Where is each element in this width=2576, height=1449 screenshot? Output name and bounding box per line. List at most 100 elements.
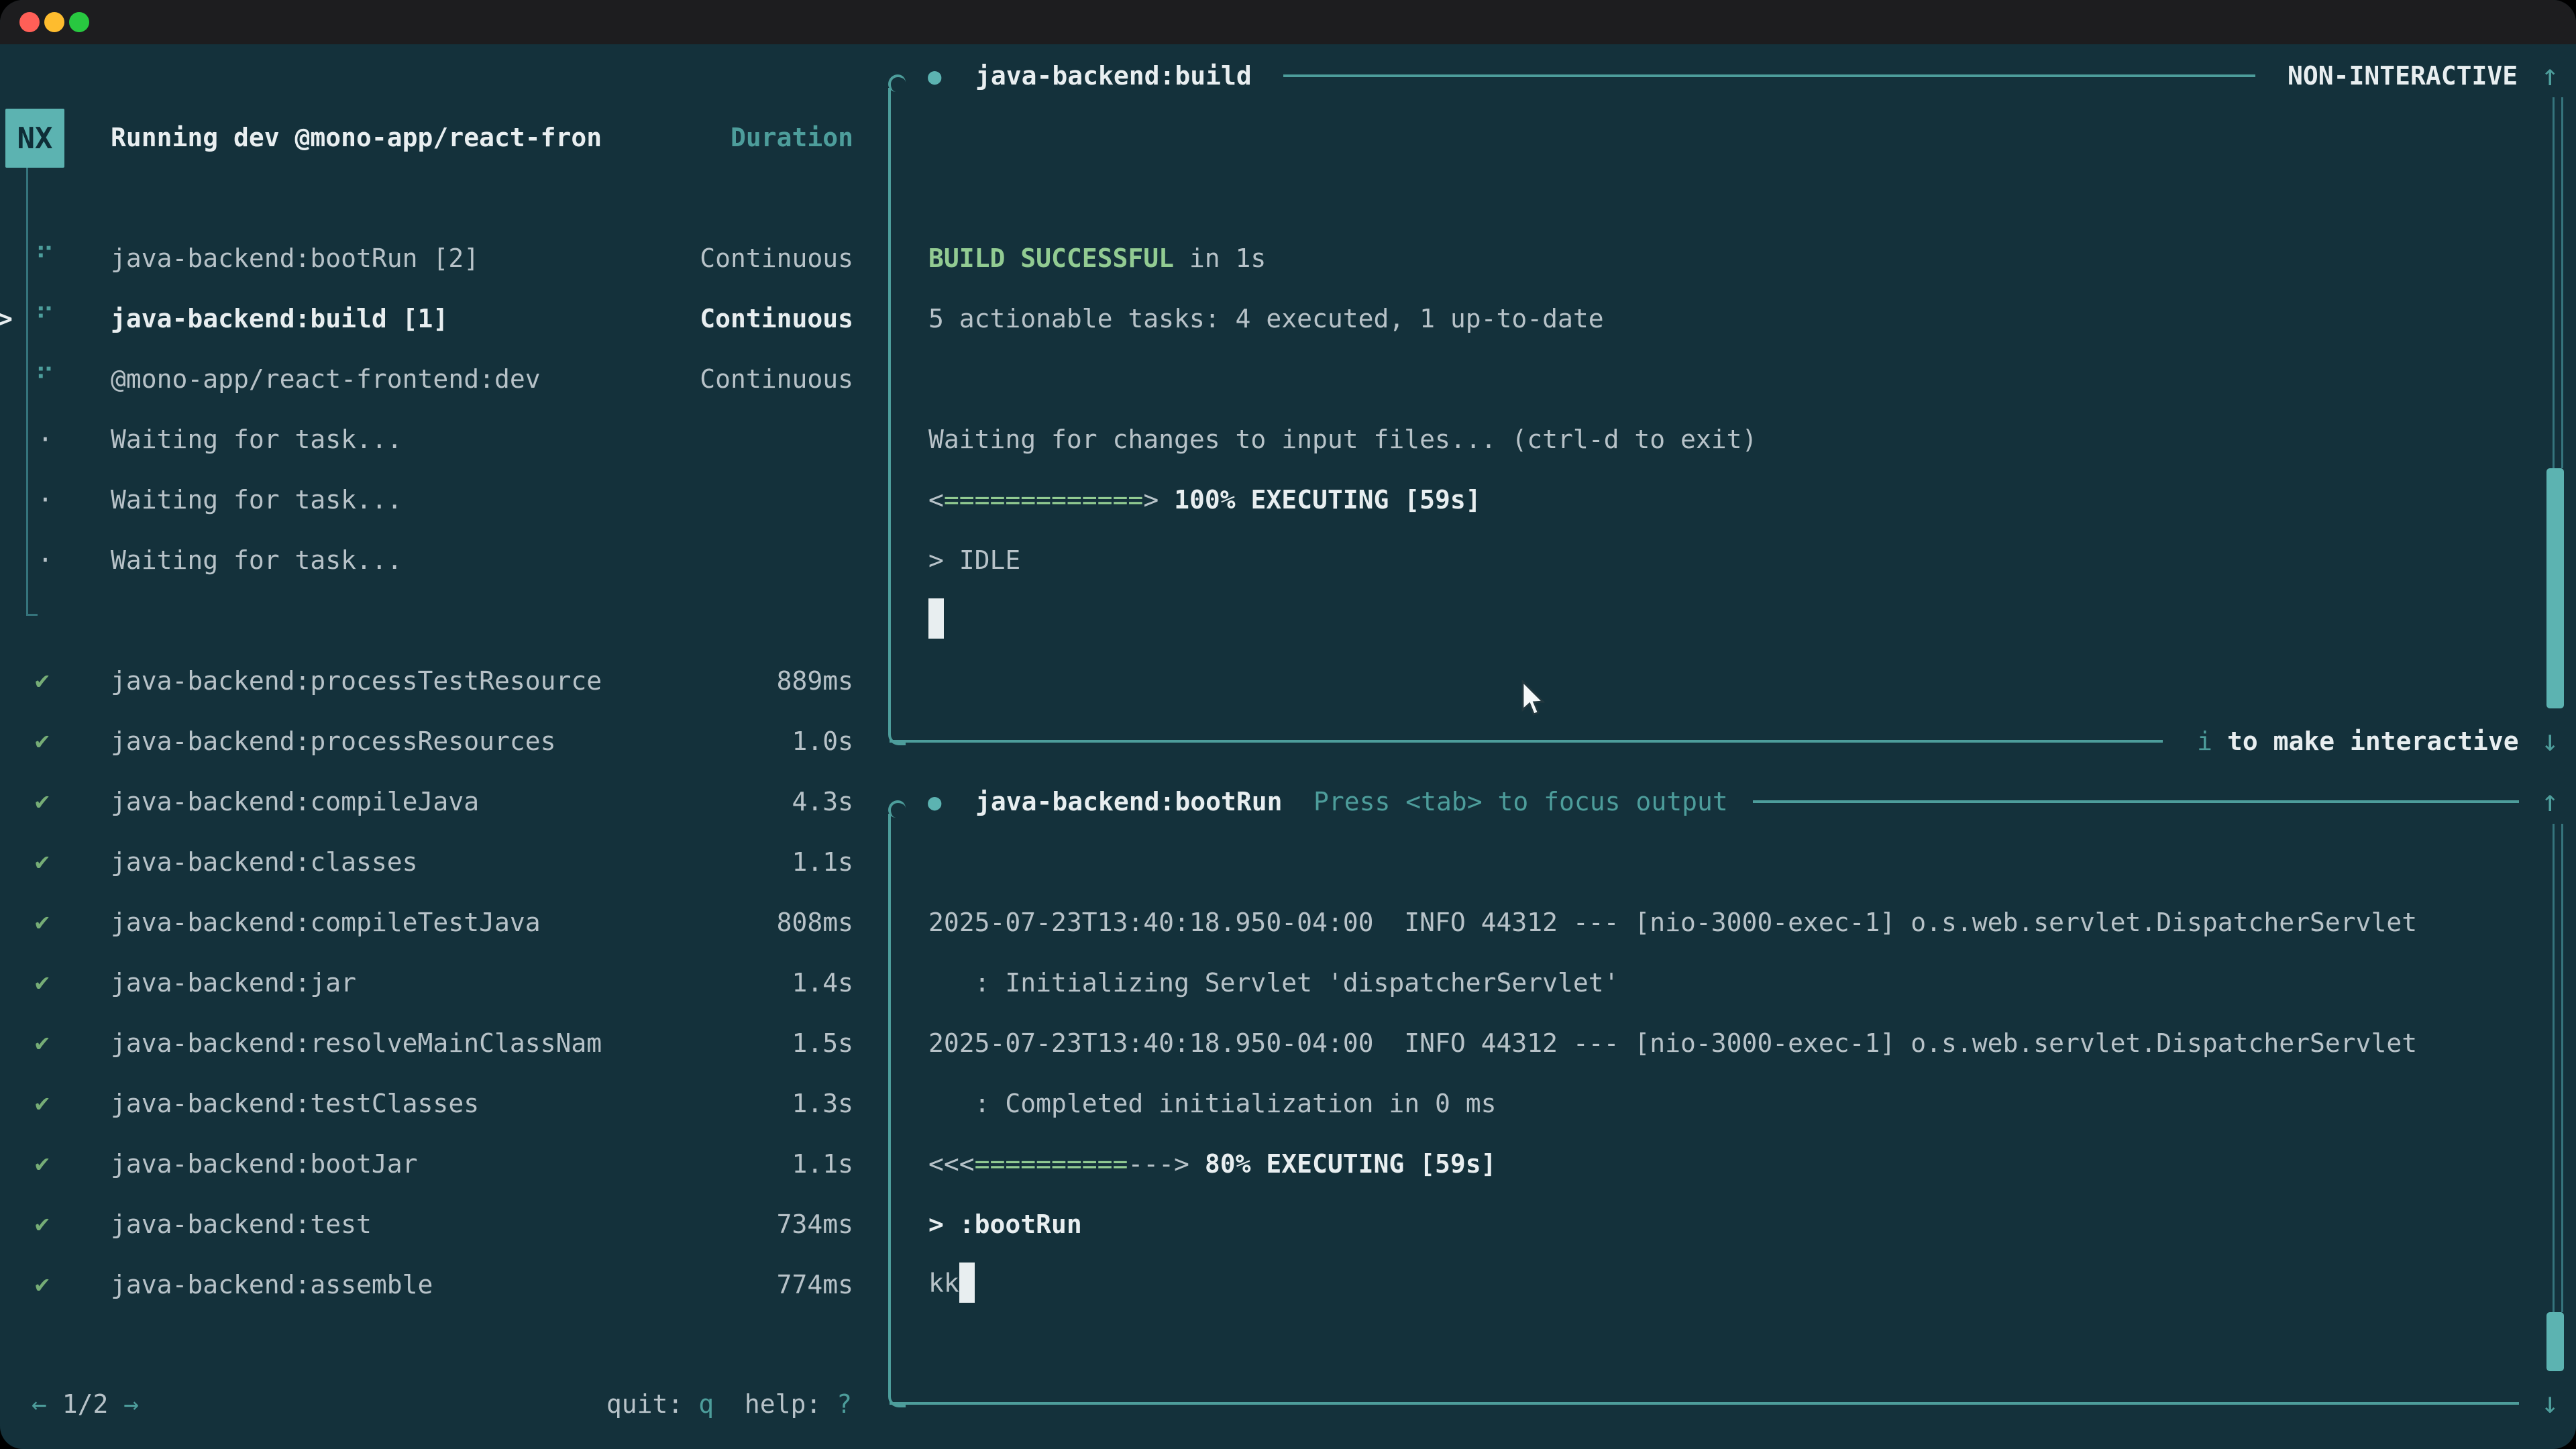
interactive-hint-key: i — [2197, 729, 2212, 754]
terminal-line-text: 5 actionable tasks: 4 executed, 1 up-to-… — [928, 306, 1604, 331]
zoom-button[interactable] — [69, 12, 89, 32]
sidebar-title: Running dev @mono-app/react-fron — [111, 125, 602, 150]
pager[interactable]: ← 1/2 → — [32, 1391, 139, 1417]
task-label: java-backend:compileTestJava — [111, 910, 541, 935]
text-segment: > — [1143, 485, 1159, 515]
nx-logo: NX — [5, 109, 64, 168]
task-duration: 1.4s — [792, 970, 853, 996]
text-segment: help: — [714, 1389, 837, 1419]
task-duration: Continuous — [700, 246, 853, 271]
close-button[interactable] — [19, 12, 40, 32]
terminal-line-text: BUILD SUCCESSFUL in 1s — [928, 246, 1266, 271]
panel-build-header-rule — [1283, 74, 2255, 77]
spinner-icon: ⠋ — [35, 366, 54, 392]
non-interactive-badge: NON-INTERACTIVE — [2288, 63, 2518, 89]
task-label: Waiting for task... — [111, 487, 402, 513]
panel-build-border-left — [888, 88, 891, 731]
text-segment: <<< — [928, 1149, 975, 1179]
task-label: java-backend:classes — [111, 849, 418, 875]
panel-build-scroll-track[interactable] — [2553, 97, 2563, 468]
scroll-up-icon[interactable]: ↑ — [2541, 61, 2559, 91]
task-duration: 4.3s — [792, 789, 853, 814]
task-label: java-backend:processResources — [111, 729, 555, 754]
check-icon: ✔ — [35, 729, 50, 753]
panel-bootrun-header-rule — [1753, 800, 2519, 803]
task-label: java-backend:testClasses — [111, 1091, 479, 1116]
check-icon: ✔ — [35, 1031, 50, 1055]
terminal-line-text: Waiting for changes to input files... (c… — [928, 427, 1757, 452]
waiting-dot-icon: · — [38, 427, 53, 452]
text-segment: > :bootRun — [928, 1210, 1082, 1239]
text-segment: ============= — [944, 485, 1143, 515]
spinner-icon: ⠋ — [35, 245, 54, 272]
task-label: @mono-app/react-frontend:dev — [111, 366, 541, 392]
check-icon: ✔ — [35, 1091, 50, 1116]
task-label: java-backend:jar — [111, 970, 356, 996]
text-segment: q — [698, 1389, 714, 1419]
task-label: java-backend:test — [111, 1212, 372, 1237]
waiting-dot-icon: · — [38, 487, 53, 513]
terminal-line-text: 2025-07-23T13:40:18.950-04:00 INFO 44312… — [928, 1030, 2417, 1056]
keyboard-hints: quit: q help: ? — [606, 1391, 852, 1417]
text-segment: : Completed initialization in 0 ms — [928, 1089, 1496, 1118]
task-duration: 774ms — [777, 1272, 853, 1297]
spinner-icon: ⠋ — [35, 305, 54, 332]
duration-column-header: Duration — [731, 125, 853, 150]
titlebar[interactable] — [0, 0, 2576, 44]
interactive-hint-text: to make interactive — [2227, 729, 2519, 754]
task-label: Waiting for task... — [111, 547, 402, 573]
panel-bootrun-scroll-track[interactable] — [2553, 824, 2563, 1312]
running-dot-icon: ● — [928, 791, 941, 814]
running-dot-icon: ● — [928, 65, 941, 88]
check-icon: ✔ — [35, 790, 50, 814]
terminal-line-text: > :bootRun — [928, 1212, 1082, 1237]
scroll-down-icon[interactable]: ↓ — [2541, 1389, 2559, 1418]
focus-output-hint: Press <tab> to focus output — [1313, 789, 1728, 814]
task-label: java-backend:bootRun [2] — [111, 246, 479, 271]
minimize-button[interactable] — [44, 12, 64, 32]
task-duration: Continuous — [700, 306, 853, 331]
mouse-cursor — [1520, 680, 1550, 724]
panel-bootrun-scroll-thumb[interactable] — [2546, 1312, 2564, 1371]
text-segment: < — [928, 485, 944, 515]
terminal-line-text: 2025-07-23T13:40:18.950-04:00 INFO 44312… — [928, 910, 2417, 935]
task-label: java-backend:bootJar — [111, 1151, 418, 1177]
task-label: java-backend:compileJava — [111, 789, 479, 814]
task-duration: Continuous — [700, 366, 853, 392]
text-segment: ========== — [975, 1149, 1128, 1179]
task-label: java-backend:resolveMainClassNam — [111, 1030, 602, 1056]
text-segment: ---> — [1128, 1149, 1189, 1179]
scroll-down-icon[interactable]: ↓ — [2541, 727, 2559, 756]
text-segment: 100% EXECUTING [59s] — [1159, 485, 1481, 515]
screen: NX Running dev @mono-app/react-fron Dura… — [0, 0, 2576, 1449]
panel-build-title: java-backend:build — [975, 63, 1252, 89]
terminal-line-text: <<<==========---> 80% EXECUTING [59s] — [928, 1151, 1497, 1177]
text-segment: > IDLE — [928, 545, 1020, 575]
text-segment: : Initializing Servlet 'dispatcherServle… — [928, 968, 1619, 998]
panel-build-scroll-thumb[interactable] — [2546, 468, 2564, 708]
task-duration: 1.0s — [792, 729, 853, 754]
terminal-line-text: <=============> 100% EXECUTING [59s] — [928, 487, 1481, 513]
scroll-up-icon[interactable]: ↑ — [2541, 787, 2559, 816]
task-duration: 734ms — [777, 1212, 853, 1237]
terminal-line-text: kk — [928, 1263, 975, 1307]
text-segment: 2025-07-23T13:40:18.950-04:00 INFO 44312… — [928, 908, 2417, 937]
text-segment: 5 actionable tasks: 4 executed, 1 up-to-… — [928, 304, 1604, 333]
text-segment: → — [108, 1389, 139, 1419]
task-duration: 889ms — [777, 668, 853, 694]
text-segment: Waiting for changes to input files... (c… — [928, 425, 1757, 454]
task-label: Waiting for task... — [111, 427, 402, 452]
text-segment: in 1s — [1174, 244, 1266, 273]
panel-build-bottom-rule — [890, 740, 2163, 743]
check-icon: ✔ — [35, 669, 50, 693]
panel-bootrun-border-left — [888, 814, 891, 1391]
panel-build-border-corner-bl — [888, 728, 906, 745]
task-duration: 1.5s — [792, 1030, 853, 1056]
text-segment: BUILD SUCCESSFUL — [928, 244, 1174, 273]
terminal-line-text: : Completed initialization in 0 ms — [928, 1091, 1496, 1116]
terminal-line-text: : Initializing Servlet 'dispatcherServle… — [928, 970, 1619, 996]
text-segment: 2025-07-23T13:40:18.950-04:00 INFO 44312… — [928, 1028, 2417, 1058]
waiting-dot-icon: · — [38, 547, 53, 573]
terminal-line-text: > IDLE — [928, 547, 1020, 573]
task-duration: 1.3s — [792, 1091, 853, 1116]
